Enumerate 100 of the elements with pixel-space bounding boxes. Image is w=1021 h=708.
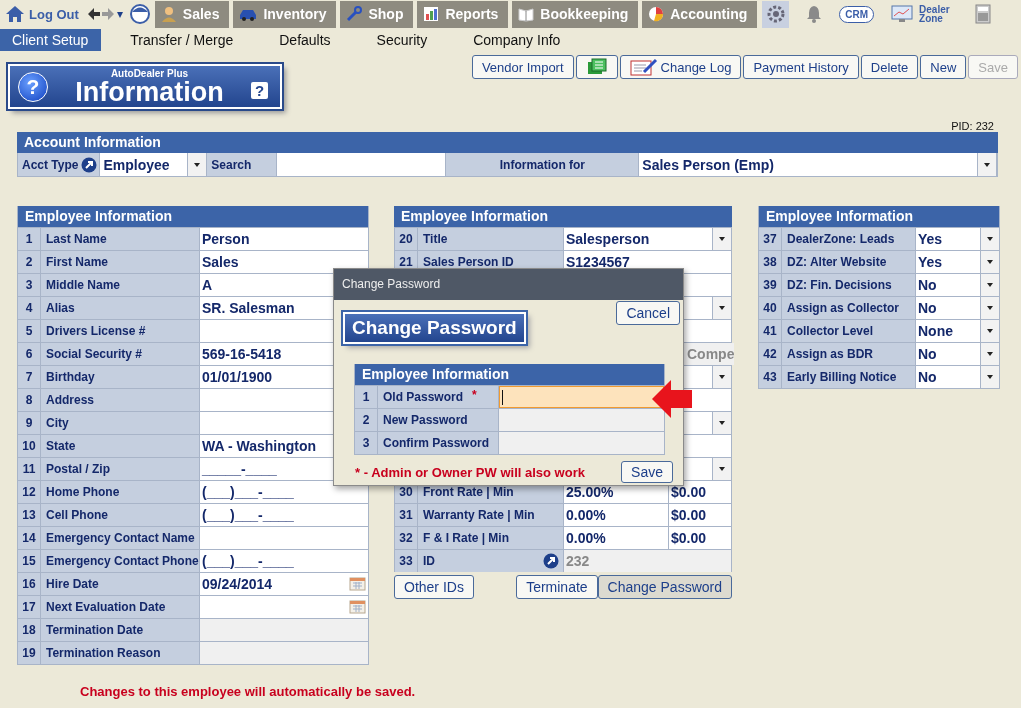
autosave-note: Changes to this employee will automatically be saved.	[80, 684, 416, 699]
input-field[interactable]	[200, 527, 368, 549]
monitor-icon[interactable]	[891, 5, 914, 23]
field-label: Cell Phone	[41, 504, 200, 526]
caret-icon	[194, 162, 201, 167]
field-label: Assign as Collector	[782, 297, 916, 319]
field-label: Social Security #	[41, 343, 200, 365]
sub-tab[interactable]: Client Setup	[0, 29, 102, 51]
sub-tab[interactable]: Defaults	[262, 29, 348, 51]
field-label: New Password	[383, 413, 468, 427]
field-label: City	[41, 412, 200, 434]
bell-icon[interactable]	[806, 5, 823, 23]
pie-chart-icon	[648, 6, 665, 22]
dealer-zone-link[interactable]: Dealer Zone	[919, 5, 960, 23]
row-number: 2	[355, 409, 378, 431]
input-field[interactable]: Sales	[200, 251, 368, 273]
field-label: First Name	[41, 251, 200, 273]
field-label: Last Name	[41, 228, 200, 250]
settings-button[interactable]	[762, 0, 790, 28]
input-field[interactable]	[200, 619, 368, 641]
row-number: 15	[18, 550, 41, 572]
logout-link[interactable]: Log Out	[29, 6, 79, 22]
field-label: DealerZone: Leads	[782, 228, 916, 250]
password-field[interactable]	[499, 386, 664, 408]
caret-icon	[987, 306, 993, 310]
row-number: 1	[18, 228, 41, 250]
input-field[interactable]: Person	[200, 228, 368, 250]
action-button[interactable]: Other IDs	[394, 575, 474, 599]
support-face-icon[interactable]	[128, 3, 151, 25]
dropdown-field[interactable]: Yes	[916, 228, 999, 250]
save-button[interactable]: Save	[621, 461, 673, 483]
password-field[interactable]	[499, 409, 664, 431]
action-button[interactable]: Change Password	[597, 575, 732, 599]
input-field[interactable]: 09/24/2014	[200, 573, 368, 595]
field-label: Information for	[446, 153, 640, 176]
caret-icon	[719, 421, 725, 425]
toolbar-button[interactable]: Delete	[860, 55, 919, 79]
history-caret[interactable]: ▾	[116, 7, 123, 21]
field-label: Emergency Contact Phone	[41, 550, 200, 572]
panel-header: Employee Information	[759, 206, 999, 227]
row-number: 7	[18, 366, 41, 388]
toolbar-button[interactable]: New	[920, 55, 967, 79]
panel-header: Employee Information	[355, 364, 664, 385]
field-label: Alias	[41, 297, 200, 319]
back-arrow-icon[interactable]	[86, 7, 101, 21]
field-label: DZ: Alter Website	[782, 251, 916, 273]
input-field[interactable]: (___)___-____	[200, 504, 368, 526]
sub-tab[interactable]: Company Info	[456, 29, 578, 51]
row-number: 41	[759, 320, 782, 342]
caret-icon	[987, 329, 993, 333]
toolbar-button[interactable]: Vendor Import	[471, 55, 574, 79]
dropdown-field[interactable]: No	[916, 297, 999, 319]
row-number: 12	[18, 481, 41, 503]
car-icon	[239, 7, 258, 21]
crm-cloud-button[interactable]: CRM	[839, 5, 875, 23]
dropdown-field[interactable]: Yes	[916, 251, 999, 273]
action-button[interactable]: Terminate	[516, 575, 598, 599]
input-field[interactable]: (___)___-____	[200, 481, 368, 503]
password-field[interactable]	[499, 432, 664, 454]
input-field[interactable]: (___)___-____	[200, 550, 368, 572]
notepad-pencil-icon	[629, 58, 658, 76]
calendar-icon[interactable]	[349, 599, 366, 614]
field-label: Drivers License #	[41, 320, 200, 342]
row-number: 18	[18, 619, 41, 641]
row-number: 9	[18, 412, 41, 434]
information-for-dropdown[interactable]: Sales Person (Emp)	[639, 153, 997, 176]
field-label: Acct Type	[22, 157, 79, 172]
acct-type-dropdown[interactable]: Employee	[100, 153, 208, 176]
row-number: 16	[18, 573, 41, 595]
row-number: 40	[759, 297, 782, 319]
input-field[interactable]	[200, 642, 368, 664]
field-label: Home Phone	[41, 481, 200, 503]
spreadsheet-icon	[585, 58, 608, 76]
calculator-icon[interactable]	[975, 4, 992, 24]
dropdown-field[interactable]: No	[916, 274, 999, 296]
toolbar-button[interactable]: Change Log	[619, 55, 742, 79]
row-number: 19	[18, 642, 41, 664]
row-number: 1	[355, 386, 378, 408]
dropdown-field[interactable]: None	[916, 320, 999, 342]
panel-header: Employee Information	[18, 206, 368, 227]
calendar-icon[interactable]	[349, 576, 366, 591]
row-number: 17	[18, 596, 41, 618]
sub-tab[interactable]: Security	[359, 29, 445, 51]
panel-header: Account Information	[17, 132, 998, 153]
caret-icon	[984, 162, 990, 167]
row-number: 10	[18, 435, 41, 457]
input-field[interactable]	[200, 596, 368, 618]
dropdown-field[interactable]: No	[916, 366, 999, 388]
dropdown-field[interactable]: No	[916, 343, 999, 365]
row-number: 14	[18, 527, 41, 549]
help-button[interactable]: ?	[251, 82, 268, 99]
cancel-button[interactable]: Cancel	[616, 301, 680, 325]
search-field[interactable]	[277, 153, 447, 176]
field-label: Confirm Password	[383, 436, 490, 450]
field-label: Collector Level	[782, 320, 916, 342]
toolbar-button[interactable]: Payment History	[743, 55, 859, 79]
field-label: Early Billing Notice	[782, 366, 916, 388]
spreadsheet-button[interactable]	[575, 55, 618, 79]
home-icon[interactable]	[5, 5, 25, 23]
sub-tab[interactable]: Transfer / Merge	[113, 29, 251, 51]
